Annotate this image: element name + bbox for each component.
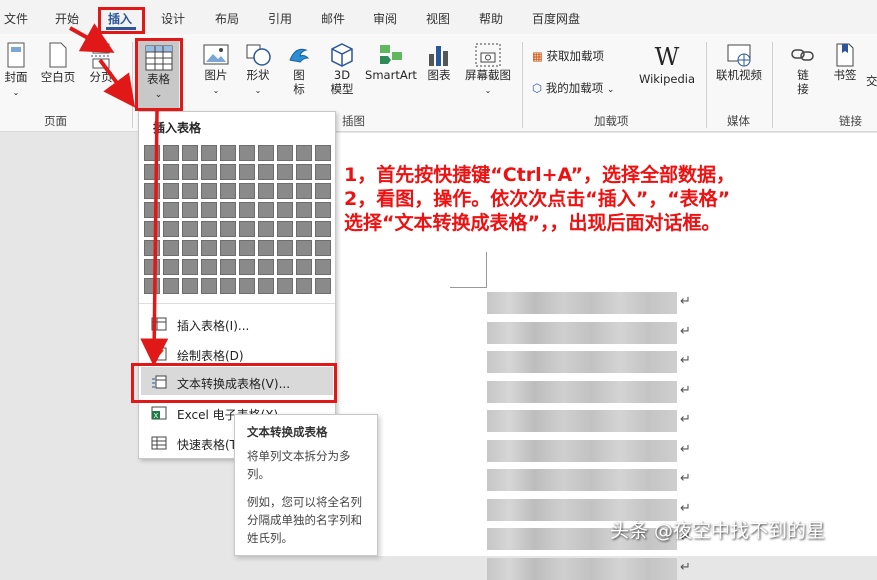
annotation-step-1: 1，首先按快捷键“Ctrl+A”，选择全部数据， bbox=[344, 164, 735, 186]
annotation-arrows bbox=[69, 23, 169, 367]
blurred-text-row bbox=[487, 557, 677, 580]
paragraph-mark-icon: ↵ bbox=[680, 559, 691, 575]
arrow-to-pagebreak bbox=[69, 23, 115, 53]
annotation-step-2: 2，看图，操作。依次次点击“插入”，“表格” bbox=[344, 188, 731, 210]
annotation-step-3: 选择“文本转换成表格”，，出现后面对话框。 bbox=[344, 212, 721, 234]
watermark: 头条 @夜空中找不到的星 bbox=[610, 520, 826, 542]
arrow-to-table-button bbox=[98, 58, 136, 108]
arrow-to-menu-item bbox=[140, 109, 169, 367]
